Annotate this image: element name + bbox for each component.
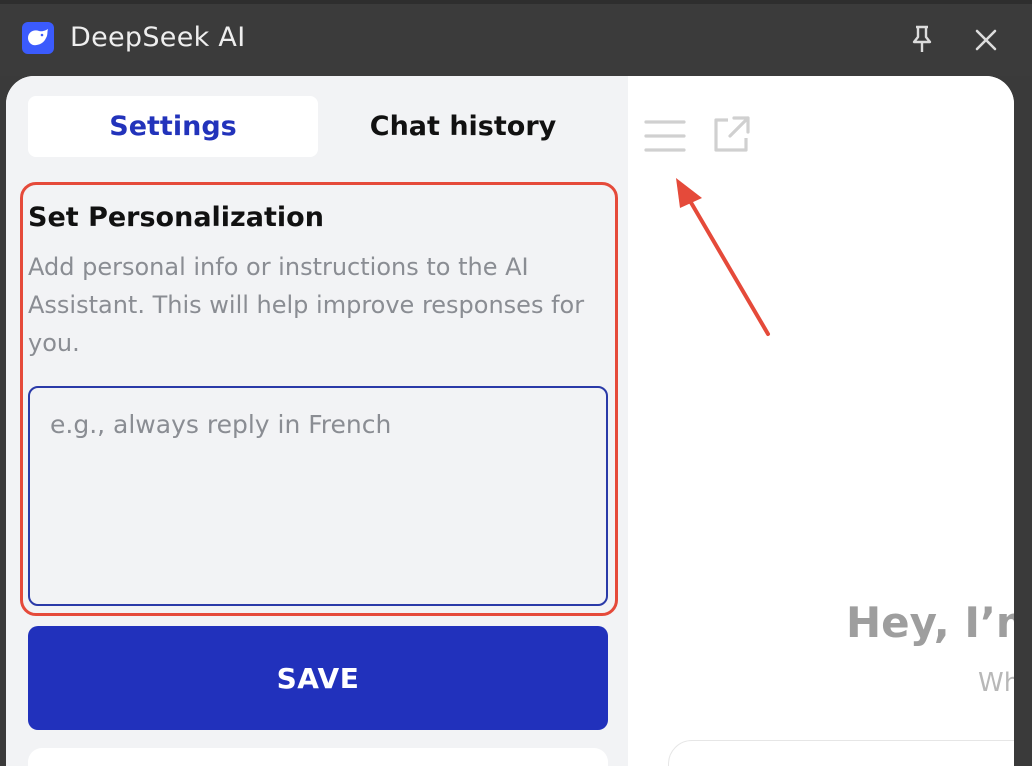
extension-panel: Settings Chat history Set Personalizatio…	[6, 76, 1014, 766]
tab-chat-history[interactable]: Chat history	[318, 96, 608, 157]
window-titlebar: DeepSeek AI	[0, 0, 1032, 76]
personalization-input[interactable]	[28, 386, 608, 606]
window-title: DeepSeek AI	[70, 22, 246, 53]
chat-input-box[interactable]	[668, 740, 1014, 766]
tab-settings[interactable]: Settings	[28, 96, 318, 157]
pin-icon[interactable]	[908, 24, 936, 54]
menu-icon[interactable]	[644, 118, 686, 154]
chat-greeting: Hey, I’m	[846, 598, 1014, 647]
external-link-icon[interactable]	[710, 114, 752, 156]
deepseek-logo-icon	[22, 22, 54, 54]
annotation-arrow	[658, 172, 778, 342]
personalization-title: Set Personalization	[28, 202, 324, 233]
personalization-description: Add personal info or instructions to the…	[28, 253, 585, 357]
next-settings-card	[28, 748, 608, 766]
close-icon[interactable]	[972, 26, 1000, 54]
chat-pane: Hey, I’m Wh	[628, 76, 1014, 766]
save-button[interactable]: SAVE	[28, 626, 608, 730]
settings-pane: Settings Chat history Set Personalizatio…	[6, 76, 628, 766]
chat-subgreeting: Wh	[978, 668, 1014, 698]
